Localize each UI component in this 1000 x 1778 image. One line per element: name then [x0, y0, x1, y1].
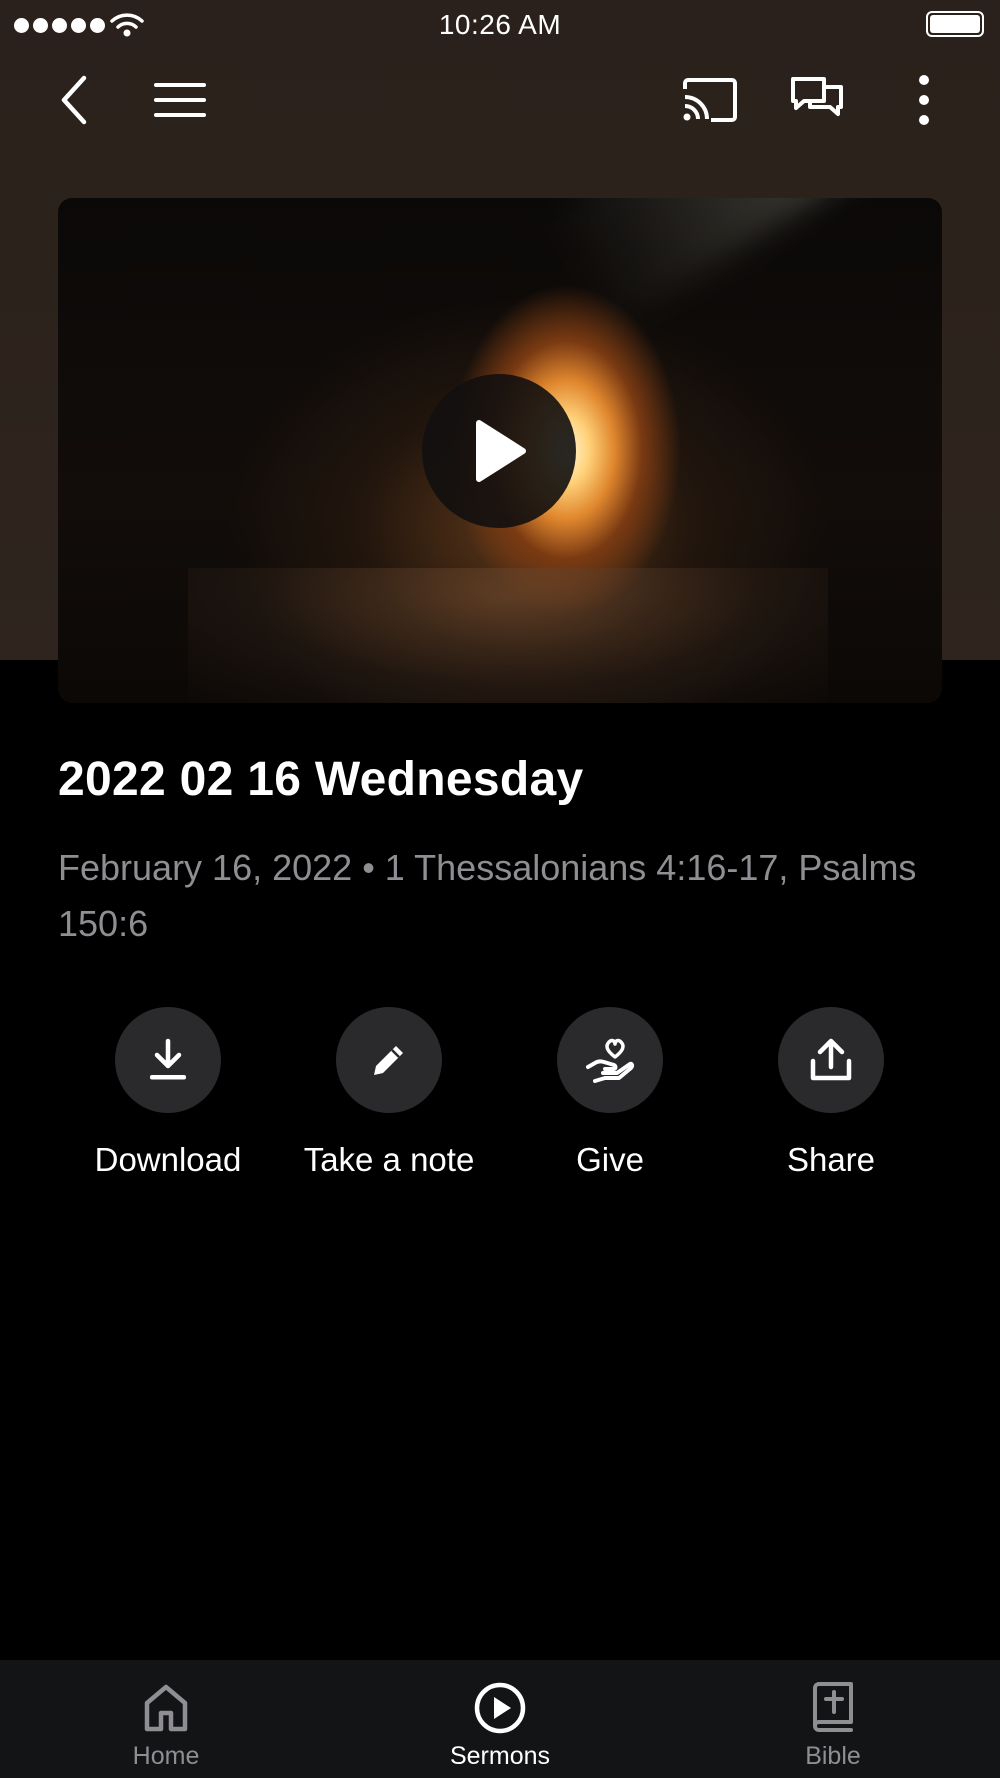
share-icon — [778, 1007, 884, 1113]
share-button[interactable]: Share — [731, 1007, 931, 1179]
sermon-video-thumbnail[interactable] — [58, 198, 942, 703]
tab-sermons-label: Sermons — [449, 1742, 551, 1770]
give-label: Give — [576, 1141, 644, 1178]
chevron-left-icon — [61, 75, 87, 125]
bible-icon — [803, 1678, 863, 1738]
play-circle-icon — [470, 1678, 530, 1738]
light-ray — [543, 198, 942, 329]
cave-floor — [188, 568, 828, 703]
status-time: 10:26 AM — [438, 9, 562, 40]
sermon-title: 2022 02 16 Wednesday — [58, 753, 584, 806]
cast-button[interactable] — [678, 68, 742, 132]
tab-home-label: Home — [132, 1742, 200, 1770]
battery-icon — [926, 11, 984, 37]
download-icon — [115, 1007, 221, 1113]
download-button[interactable]: Download — [68, 1007, 268, 1179]
tab-home[interactable]: Home — [66, 1660, 266, 1778]
take-note-button[interactable]: Take a note — [289, 1007, 489, 1179]
sermon-meta: February 16, 2022 • 1 Thessalonians 4:16… — [58, 847, 917, 944]
play-button[interactable] — [422, 374, 576, 528]
chat-button[interactable] — [785, 68, 849, 132]
pencil-icon — [336, 1007, 442, 1113]
more-vertical-icon — [919, 75, 929, 125]
cast-icon — [683, 78, 737, 122]
tab-bible[interactable]: Bible — [733, 1660, 933, 1778]
take-note-label: Take a note — [303, 1141, 475, 1178]
hamburger-menu-icon — [154, 83, 206, 117]
bottom-nav: Home Sermons Bible — [0, 1660, 1000, 1778]
heart-hand-icon — [557, 1007, 663, 1113]
tab-sermons[interactable]: Sermons — [400, 1660, 600, 1778]
tab-bible-label: Bible — [805, 1742, 861, 1770]
share-label: Share — [786, 1141, 876, 1178]
play-icon — [476, 420, 526, 482]
status-bar: 10:26 AM — [0, 0, 1000, 50]
download-label: Download — [94, 1141, 242, 1178]
give-button[interactable]: Give — [510, 1007, 710, 1179]
home-icon — [136, 1678, 196, 1738]
back-button[interactable] — [42, 68, 106, 132]
menu-button[interactable] — [148, 68, 212, 132]
chat-bubbles-icon — [791, 77, 843, 116]
more-options-button[interactable] — [892, 68, 956, 132]
